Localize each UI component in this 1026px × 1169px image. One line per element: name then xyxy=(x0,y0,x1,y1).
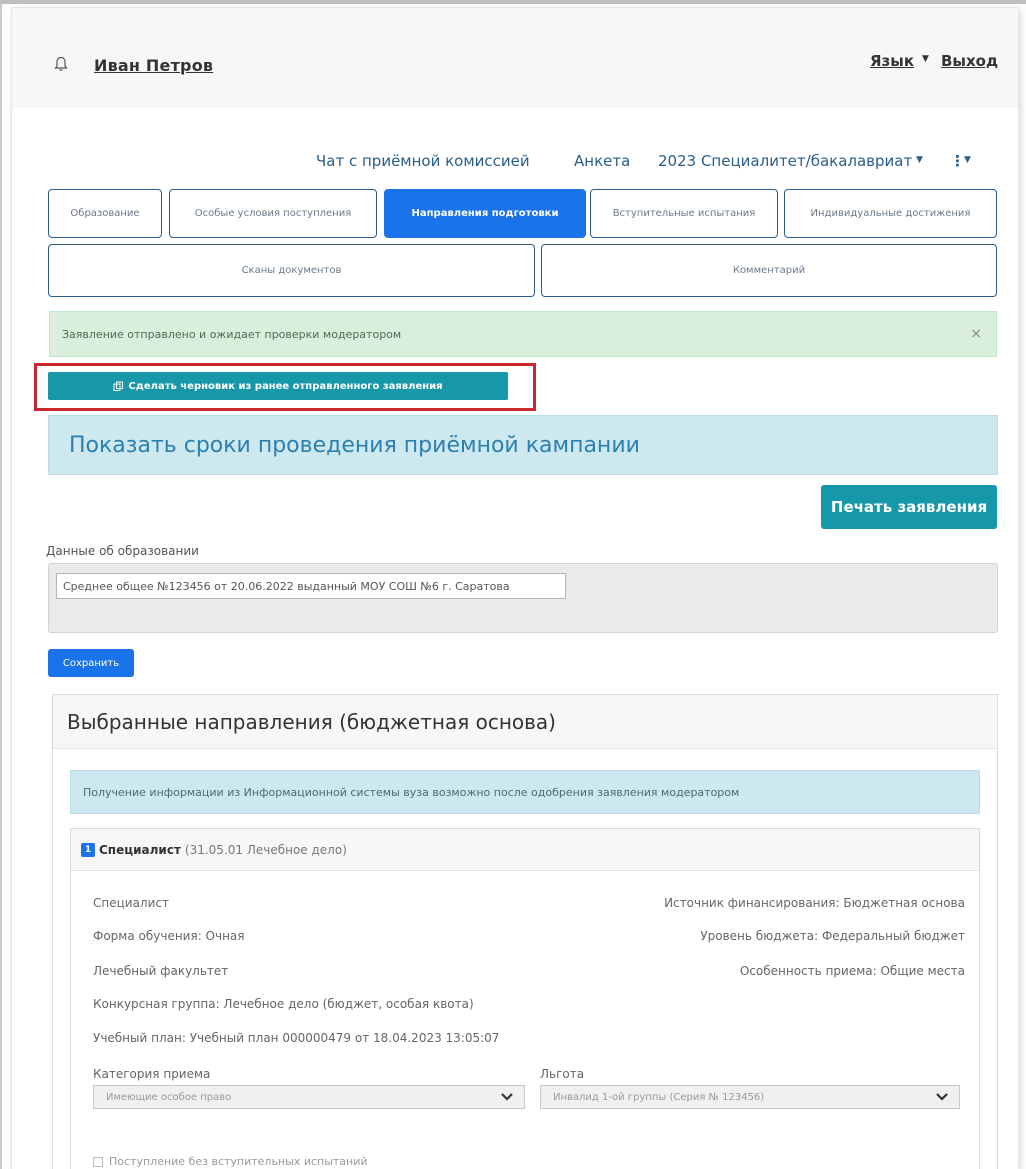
bell-icon[interactable] xyxy=(54,56,68,72)
profile-link[interactable]: Анкета xyxy=(574,152,630,170)
make-draft-button[interactable]: Сделать черновик из ранее отправленного … xyxy=(48,372,508,400)
selected-directions-card: Выбранные направления (бюджетная основа)… xyxy=(52,694,998,1169)
direction-admission-feature: Особенность приема: Общие места xyxy=(739,964,965,978)
campaign-dropdown[interactable]: 2023 Специалитет/бакалавриат xyxy=(658,152,912,170)
direction-subtitle: (31.05.01 Лечебное дело) xyxy=(184,842,347,857)
tab-comment[interactable]: Комментарий xyxy=(541,244,997,297)
direction-budget-level: Уровень бюджета: Федеральный бюджет xyxy=(700,929,965,943)
info-alert: Получение информации из Информационной с… xyxy=(70,770,980,814)
category-value: Имеющие особое право xyxy=(106,1091,232,1103)
benefit-label: Льгота xyxy=(540,1067,585,1081)
save-button[interactable]: Сохранить xyxy=(48,649,134,677)
no-exams-checkbox[interactable] xyxy=(93,1156,103,1167)
campaign-dates-toggle[interactable]: Показать сроки проведения приёмной кампа… xyxy=(48,415,998,475)
status-alert-text: Заявление отправлено и ожидает проверки … xyxy=(62,327,402,341)
benefit-value: Инвалид 1-ой группы (Серия № 123456) xyxy=(553,1091,765,1103)
direction-header[interactable]: 1 Специалист (31.05.01 Лечебное дело) xyxy=(71,829,979,871)
page: Иван Петров Язык ▼ Выход Чат с приёмной … xyxy=(12,8,1018,1169)
no-exams-row: Поступление без вступительных испытаний xyxy=(93,1155,368,1168)
direction-card: 1 Специалист (31.05.01 Лечебное дело) Сп… xyxy=(70,828,980,1169)
tab-exams[interactable]: Вступительные испытания xyxy=(590,189,778,238)
make-draft-label: Сделать черновик из ранее отправленного … xyxy=(128,380,443,392)
status-alert: Заявление отправлено и ожидает проверки … xyxy=(49,311,997,357)
education-selected-item[interactable]: Среднее общее №123456 от 20.06.2022 выда… xyxy=(56,573,566,599)
chevron-down-icon: ▼ xyxy=(922,54,929,64)
chevron-down-icon xyxy=(936,1093,948,1101)
chat-link[interactable]: Чат с приёмной комиссией xyxy=(316,152,530,170)
direction-number-badge: 1 xyxy=(81,842,95,857)
category-select[interactable]: Имеющие особое право xyxy=(93,1085,525,1109)
direction-group: Конкурсная группа: Лечебное дело (бюджет… xyxy=(93,997,474,1011)
tab-directions[interactable]: Направления подготовки xyxy=(384,189,586,238)
top-bar: Иван Петров Язык ▼ Выход xyxy=(12,8,1018,108)
copy-icon xyxy=(113,381,124,391)
education-select[interactable]: Среднее общее №123456 от 20.06.2022 выда… xyxy=(48,563,998,633)
tab-achievements[interactable]: Индивидуальные достижения xyxy=(784,189,997,238)
logout-link[interactable]: Выход xyxy=(941,52,998,70)
tab-scans[interactable]: Сканы документов xyxy=(48,244,535,297)
tab-special-conditions[interactable]: Особые условия поступления xyxy=(169,189,377,238)
category-label: Категория приема xyxy=(93,1067,211,1081)
chevron-down-icon: ▼ xyxy=(964,155,971,165)
direction-level: Специалист xyxy=(93,896,169,910)
direction-plan: Учебный план: Учебный план 000000479 от … xyxy=(93,1031,500,1045)
direction-form: Форма обучения: Очная xyxy=(93,929,245,943)
tab-education[interactable]: Образование xyxy=(48,189,162,238)
chevron-down-icon xyxy=(501,1093,513,1101)
more-menu-icon[interactable]: ⋮ xyxy=(950,152,965,170)
selected-directions-title: Выбранные направления (бюджетная основа) xyxy=(53,695,997,749)
close-icon[interactable]: × xyxy=(970,326,982,342)
benefit-select[interactable]: Инвалид 1-ой группы (Серия № 123456) xyxy=(540,1085,960,1109)
education-label: Данные об образовании xyxy=(46,544,199,558)
direction-title: Специалист xyxy=(99,842,181,857)
print-application-button[interactable]: Печать заявления xyxy=(821,485,997,529)
chevron-down-icon: ▼ xyxy=(916,155,923,165)
direction-funding: Источник финансирования: Бюджетная основ… xyxy=(664,896,965,910)
no-exams-label: Поступление без вступительных испытаний xyxy=(109,1155,368,1168)
user-name-link[interactable]: Иван Петров xyxy=(94,56,213,75)
language-dropdown[interactable]: Язык xyxy=(870,52,914,70)
direction-faculty: Лечебный факультет xyxy=(93,964,229,978)
